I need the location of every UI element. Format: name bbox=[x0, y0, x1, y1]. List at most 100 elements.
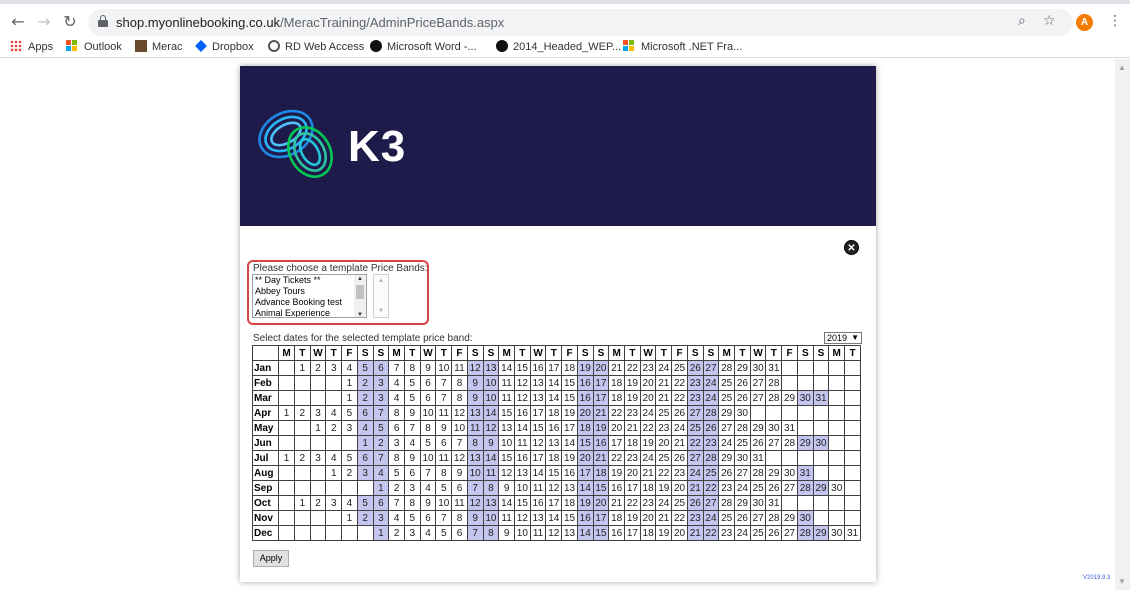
day-cell[interactable]: 18 bbox=[545, 450, 563, 466]
day-cell[interactable]: 9 bbox=[482, 435, 500, 451]
year-dropdown[interactable]: 2019 ▼ bbox=[824, 332, 862, 344]
day-cell[interactable]: 6 bbox=[419, 510, 437, 526]
scroll-up-icon[interactable]: ▲ bbox=[378, 278, 384, 284]
day-cell[interactable]: 20 bbox=[639, 510, 657, 526]
day-cell[interactable]: 25 bbox=[702, 465, 720, 481]
day-cell[interactable]: 1 bbox=[293, 360, 311, 376]
day-cell[interactable]: 13 bbox=[466, 405, 484, 421]
day-cell[interactable]: 10 bbox=[482, 390, 500, 406]
day-cell[interactable]: 23 bbox=[624, 450, 641, 466]
day-cell[interactable]: 21 bbox=[655, 375, 673, 391]
day-cell[interactable]: 9 bbox=[498, 480, 515, 496]
day-cell[interactable]: 30 bbox=[828, 480, 846, 496]
list-item[interactable]: ** Day Tickets ** bbox=[253, 275, 366, 286]
day-cell[interactable]: 5 bbox=[372, 420, 390, 436]
day-cell[interactable]: 11 bbox=[529, 480, 547, 496]
day-cell[interactable]: 20 bbox=[655, 435, 673, 451]
day-cell[interactable]: 13 bbox=[513, 465, 531, 481]
day-cell[interactable]: 12 bbox=[451, 450, 468, 466]
day-cell[interactable]: 27 bbox=[734, 465, 751, 481]
day-cell[interactable]: 5 bbox=[419, 435, 437, 451]
day-cell[interactable]: 24 bbox=[639, 450, 657, 466]
day-cell[interactable]: 11 bbox=[498, 375, 515, 391]
day-cell[interactable]: 28 bbox=[718, 495, 736, 511]
bookmark-merac[interactable]: Merac bbox=[135, 38, 183, 56]
bookmark-apps[interactable]: Apps bbox=[10, 38, 53, 56]
day-cell[interactable]: 26 bbox=[749, 435, 767, 451]
apply-button[interactable]: Apply bbox=[253, 550, 289, 567]
day-cell[interactable]: 25 bbox=[655, 450, 673, 466]
day-cell[interactable]: 3 bbox=[356, 465, 374, 481]
day-cell[interactable]: 12 bbox=[466, 360, 484, 376]
day-cell[interactable]: 7 bbox=[435, 390, 453, 406]
day-cell[interactable]: 12 bbox=[529, 435, 547, 451]
day-cell[interactable]: 16 bbox=[608, 525, 626, 541]
day-cell[interactable]: 30 bbox=[781, 465, 798, 481]
day-cell[interactable]: 24 bbox=[702, 510, 720, 526]
day-cell[interactable]: 18 bbox=[561, 495, 578, 511]
day-cell[interactable]: 15 bbox=[576, 435, 594, 451]
forward-icon[interactable]: → bbox=[34, 12, 54, 32]
day-cell[interactable]: 31 bbox=[812, 390, 830, 406]
day-cell[interactable]: 20 bbox=[592, 495, 610, 511]
day-cell[interactable]: 19 bbox=[608, 465, 626, 481]
day-cell[interactable]: 7 bbox=[388, 495, 405, 511]
day-cell[interactable]: 2 bbox=[309, 360, 327, 376]
page-scrollbar[interactable]: ▲ ▼ bbox=[1115, 59, 1130, 590]
day-cell[interactable]: 23 bbox=[655, 420, 673, 436]
day-cell[interactable]: 29 bbox=[765, 465, 783, 481]
day-cell[interactable]: 30 bbox=[812, 435, 830, 451]
day-cell[interactable]: 20 bbox=[592, 360, 610, 376]
day-cell[interactable]: 18 bbox=[608, 510, 626, 526]
day-cell[interactable]: 6 bbox=[419, 375, 437, 391]
day-cell[interactable]: 8 bbox=[388, 405, 405, 421]
url-text[interactable]: shop.myonlinebooking.co.uk/MeracTraining… bbox=[116, 15, 504, 30]
day-cell[interactable]: 4 bbox=[325, 450, 343, 466]
day-cell[interactable]: 9 bbox=[451, 465, 468, 481]
day-cell[interactable]: 30 bbox=[828, 525, 846, 541]
day-cell[interactable]: 12 bbox=[482, 420, 500, 436]
day-cell[interactable]: 21 bbox=[592, 450, 610, 466]
day-cell[interactable]: 16 bbox=[529, 495, 547, 511]
day-cell[interactable]: 21 bbox=[592, 405, 610, 421]
day-cell[interactable]: 12 bbox=[513, 375, 531, 391]
day-cell[interactable]: 24 bbox=[686, 465, 704, 481]
scroll-thumb[interactable] bbox=[356, 285, 364, 299]
day-cell[interactable]: 10 bbox=[498, 435, 515, 451]
day-cell[interactable]: 20 bbox=[671, 480, 688, 496]
day-cell[interactable]: 26 bbox=[671, 405, 688, 421]
day-cell[interactable]: 16 bbox=[561, 465, 578, 481]
day-cell[interactable]: 19 bbox=[624, 375, 641, 391]
day-cell[interactable]: 27 bbox=[702, 360, 720, 376]
day-cell[interactable]: 19 bbox=[639, 435, 657, 451]
day-cell[interactable]: 11 bbox=[498, 510, 515, 526]
day-cell[interactable]: 3 bbox=[309, 405, 327, 421]
day-cell[interactable]: 26 bbox=[765, 525, 783, 541]
day-cell[interactable]: 3 bbox=[403, 480, 421, 496]
day-cell[interactable]: 11 bbox=[498, 390, 515, 406]
day-cell[interactable]: 12 bbox=[498, 465, 515, 481]
day-cell[interactable]: 28 bbox=[796, 480, 814, 496]
day-cell[interactable]: 10 bbox=[513, 525, 531, 541]
day-cell[interactable]: 7 bbox=[435, 375, 453, 391]
day-cell[interactable]: 19 bbox=[624, 510, 641, 526]
day-cell[interactable]: 28 bbox=[702, 405, 720, 421]
day-cell[interactable]: 5 bbox=[341, 450, 358, 466]
day-cell[interactable]: 13 bbox=[482, 495, 500, 511]
listbox-scrollbar[interactable]: ▲ ▼ bbox=[354, 275, 366, 317]
day-cell[interactable]: 27 bbox=[765, 435, 783, 451]
day-cell[interactable]: 2 bbox=[341, 465, 358, 481]
day-cell[interactable]: 4 bbox=[419, 480, 437, 496]
day-cell[interactable]: 24 bbox=[734, 480, 751, 496]
day-cell[interactable]: 2 bbox=[309, 495, 327, 511]
day-cell[interactable]: 15 bbox=[592, 525, 610, 541]
day-cell[interactable]: 1 bbox=[372, 525, 390, 541]
day-cell[interactable]: 16 bbox=[576, 375, 594, 391]
day-cell[interactable]: 23 bbox=[686, 390, 704, 406]
day-cell[interactable]: 8 bbox=[403, 360, 421, 376]
day-cell[interactable]: 4 bbox=[356, 420, 374, 436]
day-cell[interactable]: 26 bbox=[734, 375, 751, 391]
day-cell[interactable]: 2 bbox=[388, 525, 405, 541]
day-cell[interactable]: 26 bbox=[671, 450, 688, 466]
day-cell[interactable]: 11 bbox=[451, 495, 468, 511]
